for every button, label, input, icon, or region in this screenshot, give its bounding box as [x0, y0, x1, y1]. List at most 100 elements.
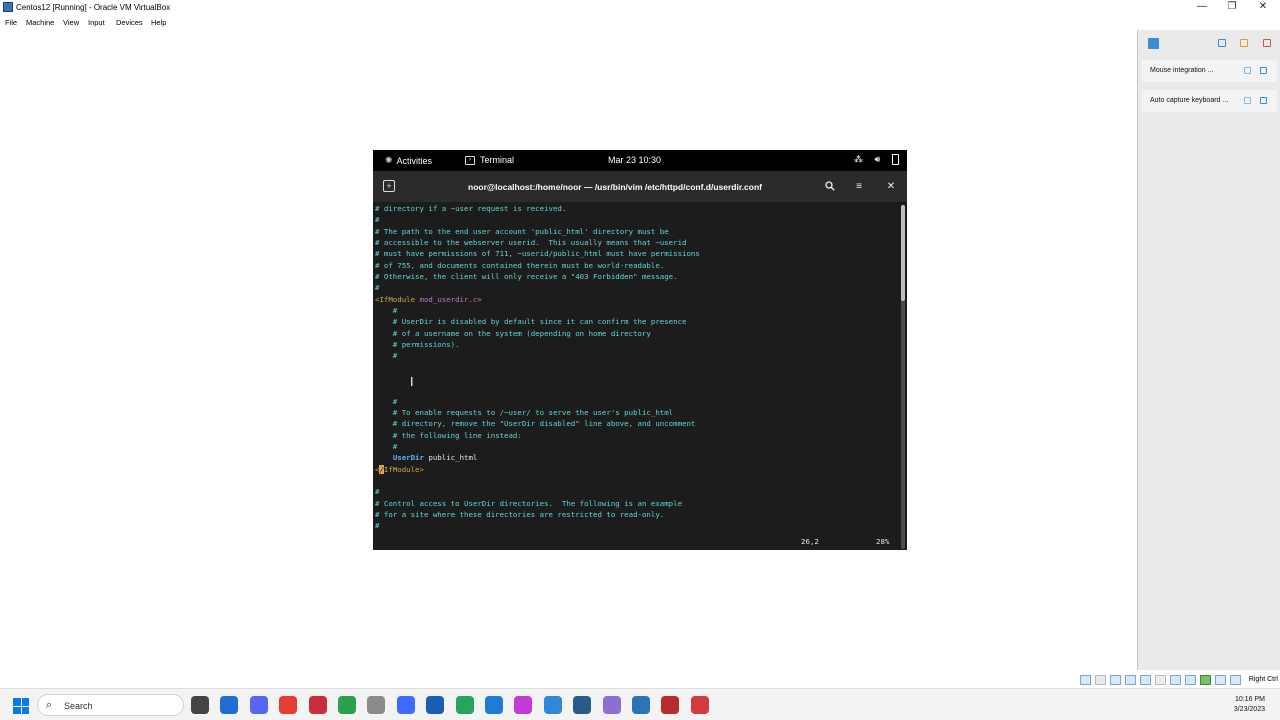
menu-help[interactable]: Help	[151, 18, 166, 27]
keyboard-icon[interactable]	[1230, 675, 1241, 685]
info-icon	[1244, 97, 1251, 104]
close-icon[interactable]	[1260, 97, 1267, 104]
chrome-icon[interactable]	[338, 696, 356, 714]
activities-button[interactable]: ✺ Activities	[385, 155, 432, 166]
search-label: Search	[64, 701, 93, 711]
vim-line: # To enable requests to /~user/ to serve…	[375, 408, 674, 417]
vim-line: # UserDir is disabled by default since i…	[375, 317, 687, 326]
terminal-icon: ›	[465, 155, 475, 165]
guest-screen[interactable]: ✺ Activities › Terminal Mar 23 10:30 ⁂ 🔊…	[373, 150, 907, 550]
notification-text: Mouse integration ...	[1150, 67, 1214, 74]
app-menu-label: Terminal	[480, 155, 515, 165]
notification-app-icon[interactable]	[690, 696, 709, 714]
taskbar-search[interactable]: ⌕ Search	[37, 694, 184, 716]
app-menu-terminal[interactable]: › Terminal	[465, 155, 514, 165]
vim-editor[interactable]: # directory if a ~user request is receiv…	[373, 202, 907, 550]
window-title: Centos12 [Running] - Oracle VM VirtualBo…	[16, 3, 171, 12]
optical-drive-icon[interactable]	[1095, 675, 1106, 685]
network-adapter-icon[interactable]	[1125, 675, 1136, 685]
gnome-clock[interactable]: Mar 23 10:30	[608, 155, 661, 165]
notification-text: Auto capture keyboard ...	[1150, 97, 1229, 104]
virtualbox-icon	[3, 2, 13, 12]
cpu-icon[interactable]	[1200, 675, 1211, 685]
vim-line: # Otherwise, the client will only receiv…	[375, 272, 678, 281]
menu-input[interactable]: Input	[88, 18, 105, 27]
terminal-headerbar: + noor@localhost:/home/noor — /usr/bin/v…	[373, 171, 907, 202]
vbox-statusbar: Right Ctrl	[1078, 672, 1280, 688]
clock-time: 10:16 PM	[1235, 696, 1265, 703]
battery-icon	[892, 154, 899, 165]
notification-center: Mouse integration ... Auto capture keybo…	[1137, 30, 1280, 670]
sql-icon[interactable]	[661, 696, 680, 714]
usb-icon[interactable]	[1140, 675, 1151, 685]
module-name: mod_userdir.c	[419, 295, 478, 304]
settings-icon[interactable]	[1240, 39, 1248, 47]
terminal-title: noor@localhost:/home/noor — /usr/bin/vim…	[468, 182, 762, 192]
vim-line: #	[375, 487, 380, 496]
discord-icon[interactable]	[249, 696, 268, 714]
info-icon	[1244, 67, 1251, 74]
mouse-integration-icon[interactable]	[1215, 675, 1226, 685]
vim-line: #	[375, 283, 380, 292]
vscode-icon[interactable]	[426, 696, 445, 714]
vim-line: # the following line instead:	[375, 431, 522, 440]
search-icon: ⌕	[46, 699, 53, 711]
grid-app-icon[interactable]	[543, 696, 562, 714]
vim-line: # of a username on the system (depending…	[375, 329, 651, 338]
dismiss-all-icon[interactable]	[1263, 39, 1271, 47]
menu-machine[interactable]: Machine	[26, 18, 54, 27]
camera-icon[interactable]	[367, 696, 386, 714]
recording-icon[interactable]	[1185, 675, 1196, 685]
visual-studio-icon[interactable]	[602, 696, 621, 714]
store-icon[interactable]	[220, 696, 239, 714]
git-icon[interactable]	[279, 696, 298, 714]
notification-item[interactable]: Auto capture keyboard ...	[1142, 90, 1277, 112]
hdd-icon[interactable]	[1080, 675, 1091, 685]
teams-icon[interactable]	[396, 696, 415, 714]
vim-line: #	[375, 351, 398, 360]
menu-button[interactable]: ≡	[848, 176, 870, 197]
new-tab-button[interactable]: +	[383, 180, 395, 192]
search-button[interactable]	[819, 176, 841, 197]
menu-file[interactable]: File	[5, 18, 17, 27]
shared-folders-icon[interactable]	[1155, 675, 1166, 685]
mcafee-icon[interactable]	[308, 696, 327, 714]
vim-line: #	[375, 521, 380, 530]
close-button[interactable]: ✕	[1253, 1, 1273, 12]
vim-line: # The path to the end user account 'publ…	[375, 227, 669, 236]
virtualbox-icon[interactable]	[632, 696, 650, 714]
terminal-scrollbar[interactable]	[901, 205, 905, 549]
close-icon[interactable]	[1260, 67, 1267, 74]
notification-icon[interactable]	[1148, 38, 1159, 49]
file-explorer-icon[interactable]	[191, 696, 209, 714]
ifmodule-close-line: </IfModule>	[375, 464, 424, 475]
vim-line: # Control access to UserDir directories.…	[375, 499, 683, 508]
system-clock[interactable]: 10:16 PM 3/23/2023	[1234, 695, 1265, 715]
scrollbar-thumb[interactable]	[901, 205, 905, 301]
terminal-app-icon[interactable]	[573, 696, 592, 714]
notification-item[interactable]: Mouse integration ...	[1142, 60, 1277, 82]
tag-bracket: >	[477, 295, 482, 304]
layout-icon[interactable]	[1218, 39, 1226, 47]
mouse-ibeam-cursor: I	[410, 375, 414, 389]
menu-view[interactable]: View	[63, 18, 79, 27]
close-terminal-button[interactable]: ✕	[880, 176, 902, 197]
restore-button[interactable]: ❐	[1222, 1, 1242, 12]
menu-devices[interactable]: Devices	[116, 18, 143, 27]
search-icon	[825, 181, 835, 191]
vim-line: # accessible to the webserver userid. Th…	[375, 238, 687, 247]
ifmodule-open-line: <IfModule mod_userdir.c>	[375, 294, 482, 305]
vim-line: # of 755, and documents contained therei…	[375, 261, 665, 270]
vscode-alt-icon[interactable]	[485, 696, 503, 714]
start-button[interactable]	[13, 698, 29, 714]
git-graph-icon[interactable]	[514, 696, 533, 714]
network-icon: ⁂	[854, 154, 863, 164]
display-icon[interactable]	[1170, 675, 1181, 685]
whatsapp-icon[interactable]	[455, 696, 474, 714]
audio-icon[interactable]	[1110, 675, 1121, 685]
vim-line: # directory if a ~user request is receiv…	[375, 204, 567, 213]
minimize-button[interactable]: —	[1192, 1, 1212, 12]
system-tray[interactable]: ⁂ 🔊︎	[854, 154, 899, 165]
clock-date: 3/23/2023	[1233, 706, 1265, 713]
gnome-foot-icon: ✺	[385, 155, 393, 165]
